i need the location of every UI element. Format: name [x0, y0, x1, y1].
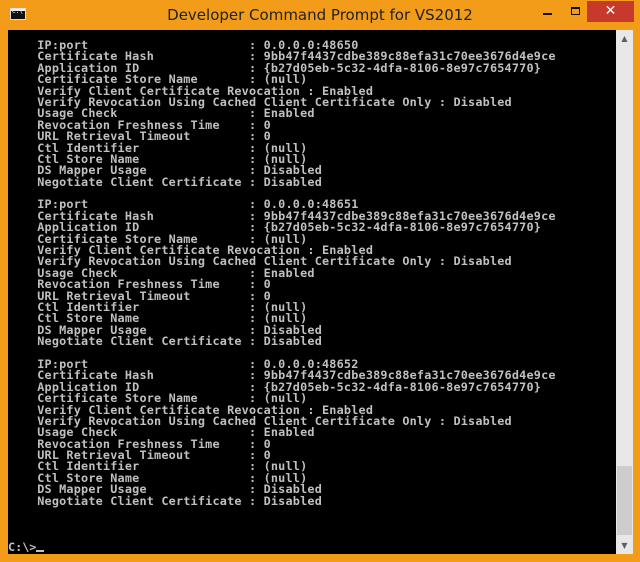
text-cursor — [36, 550, 45, 552]
vertical-scrollbar[interactable]: ▲ ▼ — [616, 30, 633, 554]
command-prompt-line[interactable]: C:\> — [8, 540, 45, 554]
minimize-button[interactable] — [533, 1, 561, 22]
console-lines: IP:port : 0.0.0.0:48650 Certificate Hash… — [8, 39, 556, 508]
scroll-down-icon[interactable]: ▼ — [616, 537, 633, 554]
console-window: Developer Command Prompt for VS2012 ✕ IP… — [0, 0, 640, 562]
scroll-up-icon[interactable]: ▲ — [616, 30, 633, 47]
minimize-icon — [542, 13, 552, 15]
scroll-thumb[interactable] — [617, 466, 632, 535]
prompt-text: C:\> — [8, 540, 37, 554]
title-bar[interactable]: Developer Command Prompt for VS2012 ✕ — [0, 0, 640, 30]
console-line: Negotiate Client Certificate : Disabled — [8, 334, 322, 349]
console-line: Negotiate Client Certificate : Disabled — [8, 174, 322, 189]
console-output[interactable]: IP:port : 0.0.0.0:48650 Certificate Hash… — [8, 30, 616, 554]
maximize-button[interactable] — [561, 1, 589, 22]
maximize-icon — [570, 7, 580, 15]
close-button[interactable]: ✕ — [587, 1, 634, 22]
console-line: Negotiate Client Certificate : Disabled — [8, 493, 322, 508]
